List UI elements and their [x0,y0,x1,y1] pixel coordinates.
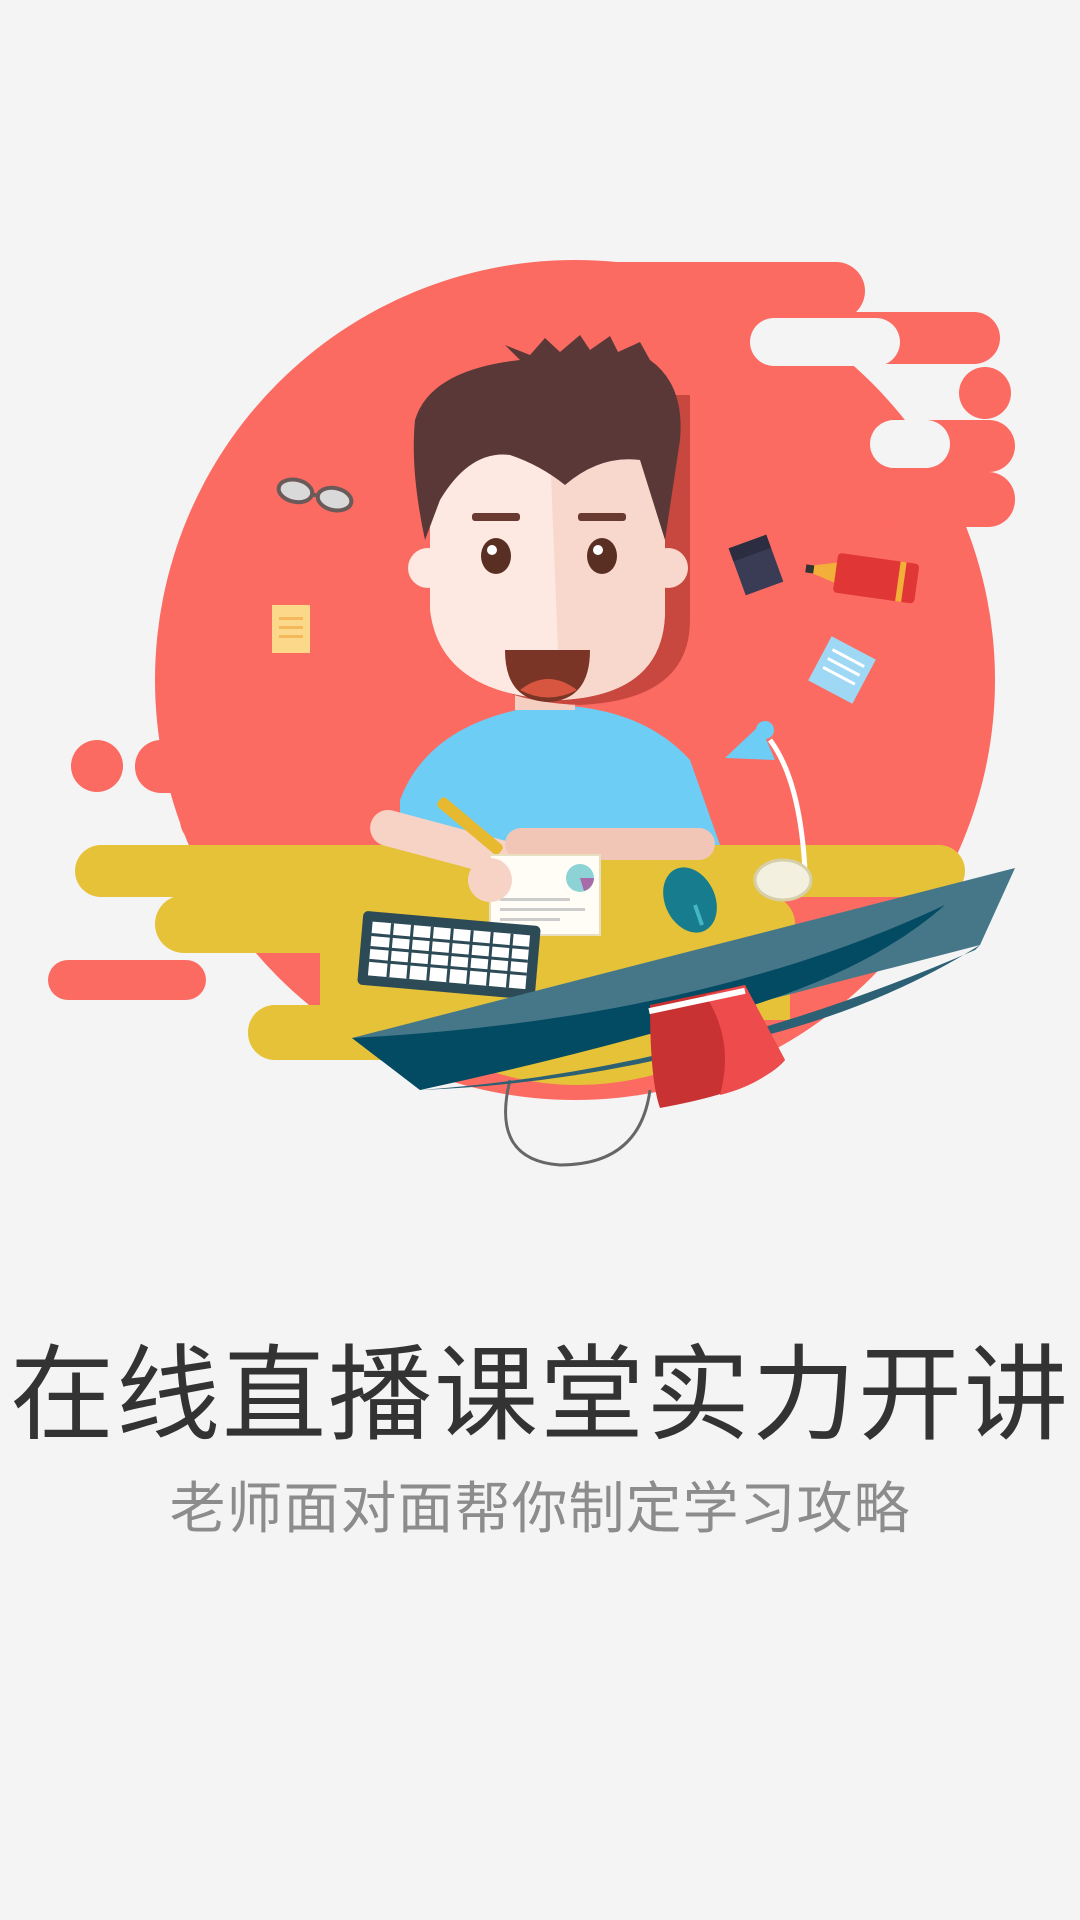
sticky-note-icon [272,605,310,653]
subline-text: 老师面对面帮你制定学习攻略 [169,1477,911,1542]
headline-text: 在线直播课堂实力开讲 [9,1334,1070,1456]
keyboard-icon [357,911,541,1000]
hero-illustration [48,260,1015,1167]
